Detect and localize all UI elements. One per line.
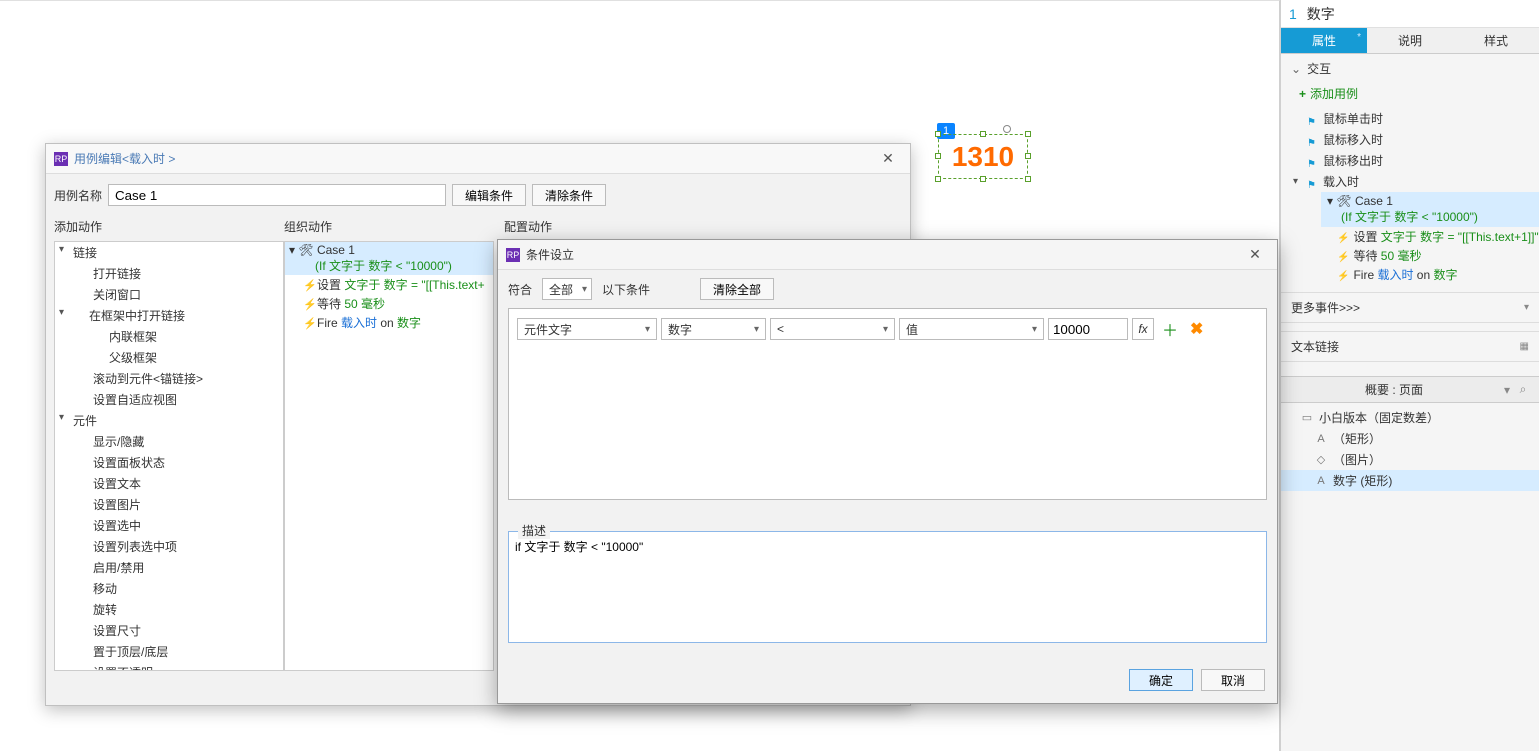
tree-cat-widgets[interactable]: 元件 (55, 410, 283, 431)
tab-notes[interactable]: 说明 (1367, 28, 1453, 54)
tree-item[interactable]: 设置尺寸 (55, 620, 283, 641)
match-label: 符合 (508, 281, 532, 298)
page-icon: ▭ (1301, 411, 1313, 424)
outline-header: 概要 : 页面 ▾ ⌕ (1281, 376, 1539, 403)
inspector-tabs: 属性* 说明 样式 (1281, 28, 1539, 54)
event-load[interactable]: 载入时 (1281, 171, 1539, 192)
action-node[interactable]: Fire 载入时 on 数字 (1337, 265, 1539, 284)
match-select[interactable]: 全部 (542, 278, 592, 300)
action-node[interactable]: 等待 50 毫秒 (1337, 246, 1539, 265)
tree-item[interactable]: 滚动到元件<锚链接> (55, 368, 283, 389)
outline-item-selected[interactable]: A数字 (矩形) (1281, 470, 1539, 491)
tree-item[interactable]: 打开链接 (55, 263, 283, 284)
action-row[interactable]: Fire 载入时 on 数字 (285, 313, 493, 332)
inspector-panel: 1 数字 属性* 说明 样式 交互 添加用例 鼠标单击时 鼠标移入时 鼠标移出时… (1280, 0, 1539, 751)
add-condition-icon[interactable]: ＋ (1158, 317, 1182, 341)
case-node[interactable]: ▾ 🛠 Case 1 (If 文字于 数字 < "10000") (1321, 192, 1539, 227)
tab-style[interactable]: 样式 (1453, 28, 1539, 54)
event-icon (1307, 135, 1317, 145)
tree-item[interactable]: 设置图片 (55, 494, 283, 515)
app-icon: RP (506, 248, 520, 262)
clear-all-button[interactable]: 清除全部 (700, 278, 774, 300)
action-tree[interactable]: 链接 打开链接 关闭窗口 在框架中打开链接 内联框架 父级框架 滚动到元件<锚链… (54, 241, 284, 671)
condition-titlebar[interactable]: RP 条件设立 ✕ (498, 240, 1277, 270)
case-row[interactable]: ▾ 🛠 Case 1 (If 文字于 数字 < "10000") (285, 242, 493, 275)
outline-title: 概要 : 页面 (1289, 381, 1499, 398)
cancel-button[interactable]: 取消 (1201, 669, 1265, 691)
inspector-header: 1 数字 (1281, 0, 1539, 28)
configure-action-header: 配置动作 (504, 216, 902, 241)
condition-row: 元件文字▾ 数字▾ <▾ 值▾ fx ＋ ✖ (517, 317, 1258, 341)
resize-handles[interactable] (935, 131, 1025, 176)
tree-item[interactable]: 设置列表选中项 (55, 536, 283, 557)
text-link-row[interactable]: 文本链接▦ (1281, 331, 1539, 362)
tab-properties[interactable]: 属性* (1281, 28, 1367, 54)
fx-button[interactable]: fx (1132, 318, 1154, 340)
app-icon: RP (54, 152, 68, 166)
organized-actions[interactable]: ▾ 🛠 Case 1 (If 文字于 数字 < "10000") 设置 文字于 … (284, 241, 494, 671)
description-textarea[interactable]: if 文字于 数字 < "10000" (508, 531, 1267, 643)
add-case-link[interactable]: 添加用例 (1281, 83, 1539, 108)
widget-name: 数字 (1307, 4, 1335, 24)
case-editor-titlebar[interactable]: RP 用例编辑<载入时 > ✕ (46, 144, 910, 174)
tree-item[interactable]: 旋转 (55, 599, 283, 620)
cond-widget-select[interactable]: 数字▾ (661, 318, 766, 340)
outline-tree[interactable]: ▭小白版本（固定数差） A（矩形） ◇（图片） A数字 (矩形) (1281, 403, 1539, 495)
interactions-section[interactable]: 交互 (1281, 54, 1539, 83)
condition-dialog: RP 条件设立 ✕ 符合 全部 以下条件 清除全部 元件文字▾ 数字▾ <▾ 值… (497, 239, 1278, 704)
tree-item[interactable]: 在框架中打开链接 (55, 305, 283, 326)
action-node[interactable]: 设置 文字于 数字 = "[[This.text+1]]" (1337, 227, 1539, 246)
event-click[interactable]: 鼠标单击时 (1281, 108, 1539, 129)
condition-list: 元件文字▾ 数字▾ <▾ 值▾ fx ＋ ✖ (508, 308, 1267, 500)
cond-op-select[interactable]: <▾ (770, 318, 895, 340)
clear-condition-button[interactable]: 清除条件 (532, 184, 606, 206)
tree-item[interactable]: 启用/禁用 (55, 557, 283, 578)
event-icon (1307, 177, 1317, 187)
event-mouse-leave[interactable]: 鼠标移出时 (1281, 150, 1539, 171)
add-action-header: 添加动作 (54, 216, 284, 241)
tree-item[interactable]: 设置面板状态 (55, 452, 283, 473)
rect-icon: A (1315, 475, 1327, 487)
cond-valtype-select[interactable]: 值▾ (899, 318, 1044, 340)
page-index: 1 (1289, 6, 1297, 22)
outline-item[interactable]: ▭小白版本（固定数差） (1281, 407, 1539, 428)
close-icon[interactable]: ✕ (1241, 244, 1269, 266)
organize-action-header: 组织动作 (284, 216, 494, 241)
tree-item[interactable]: 父级框架 (55, 347, 283, 368)
tree-item[interactable]: 关闭窗口 (55, 284, 283, 305)
image-icon: ◇ (1315, 453, 1327, 466)
search-icon[interactable]: ⌕ (1515, 382, 1531, 397)
action-row[interactable]: 设置 文字于 数字 = "[[This.text+ (285, 275, 493, 294)
tree-item[interactable]: 显示/隐藏 (55, 431, 283, 452)
edit-condition-button[interactable]: 编辑条件 (452, 184, 526, 206)
delete-condition-icon[interactable]: ✖ (1186, 319, 1207, 339)
case-editor-title: 用例编辑<载入时 > (74, 150, 175, 167)
event-icon (1307, 156, 1317, 166)
cond-value-input[interactable] (1048, 318, 1128, 340)
description-label: 描述 (518, 522, 550, 539)
case-name-label: 用例名称 (54, 187, 102, 204)
tree-item[interactable]: 移动 (55, 578, 283, 599)
outline-item[interactable]: A（矩形） (1281, 428, 1539, 449)
tree-item[interactable]: 置于顶层/底层 (55, 641, 283, 662)
filter-icon[interactable]: ▾ (1499, 383, 1515, 397)
cond-type-select[interactable]: 元件文字▾ (517, 318, 657, 340)
tree-item[interactable]: 设置不透明 (55, 662, 283, 671)
event-mouse-enter[interactable]: 鼠标移入时 (1281, 129, 1539, 150)
tree-cat-links[interactable]: 链接 (55, 242, 283, 263)
tree-item[interactable]: 设置选中 (55, 515, 283, 536)
event-icon (1307, 114, 1317, 124)
case-name-input[interactable] (108, 184, 446, 206)
more-events[interactable]: 更多事件>>>▾ (1281, 292, 1539, 323)
condition-title: 条件设立 (526, 246, 574, 263)
match-tail: 以下条件 (602, 281, 650, 298)
tree-item[interactable]: 内联框架 (55, 326, 283, 347)
outline-item[interactable]: ◇（图片） (1281, 449, 1539, 470)
action-row[interactable]: 等待 50 毫秒 (285, 294, 493, 313)
close-icon[interactable]: ✕ (874, 148, 902, 170)
tree-item[interactable]: 设置自适应视图 (55, 389, 283, 410)
rect-icon: A (1315, 433, 1327, 445)
tree-item[interactable]: 设置文本 (55, 473, 283, 494)
ok-button[interactable]: 确定 (1129, 669, 1193, 691)
